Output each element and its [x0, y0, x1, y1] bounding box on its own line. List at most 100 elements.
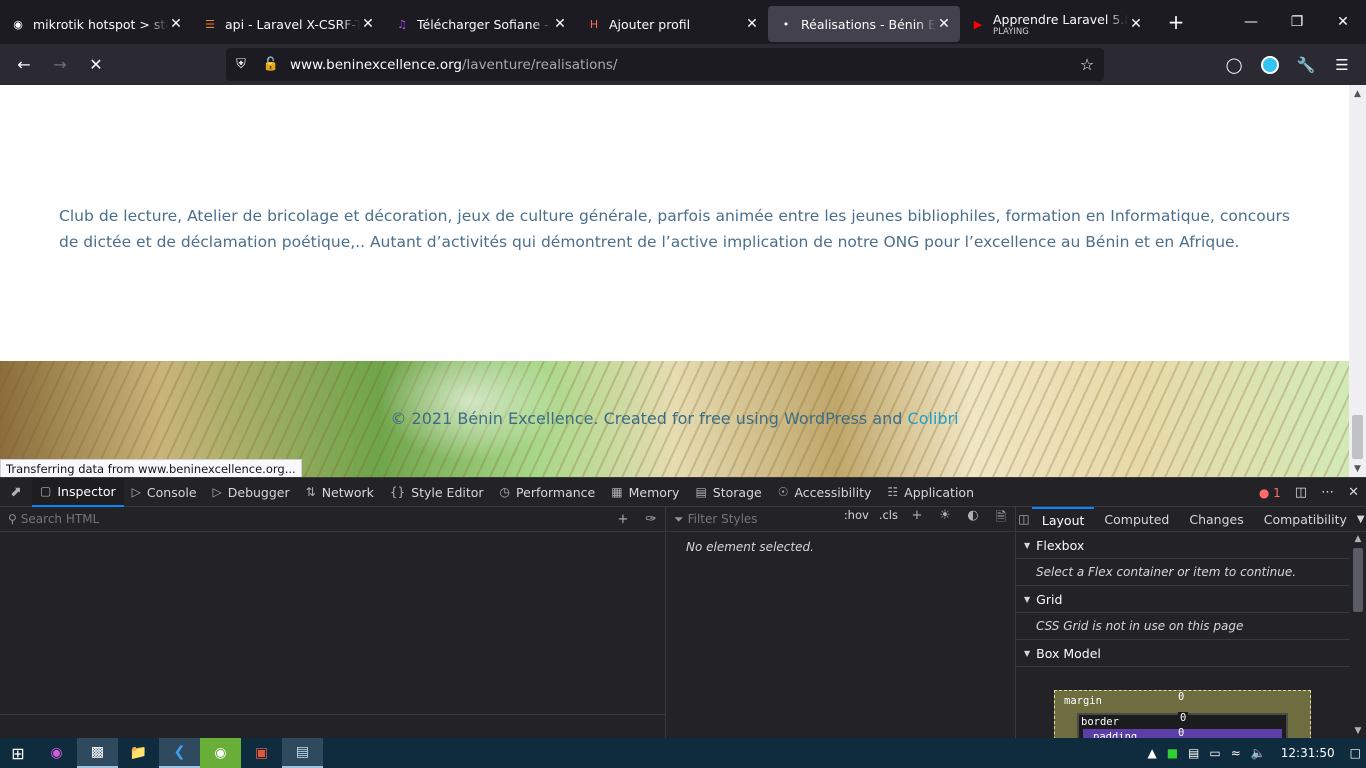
devtools-tab-label: Debugger [227, 484, 290, 500]
margin-value[interactable]: 0 [1178, 691, 1184, 703]
cls-toggle[interactable]: .cls [874, 508, 903, 530]
add-rule-icon[interactable]: + [903, 508, 931, 530]
grid-section-header[interactable]: ▼ Grid [1016, 586, 1366, 613]
devtools-tab-application[interactable]: ☷ Application [879, 478, 982, 507]
devtools-tab-network[interactable]: ⇅ Network [298, 478, 382, 507]
tab-computed[interactable]: Computed [1094, 507, 1179, 532]
vscode-icon[interactable]: ❮ [159, 738, 200, 768]
music-icon: ♫ [397, 17, 407, 31]
forward-button[interactable]: → [42, 49, 78, 81]
wrench-icon[interactable]: 🔧 [1288, 56, 1324, 74]
devtools-tab-performance[interactable]: ◷ Performance [492, 478, 604, 507]
tray-app-icon[interactable]: ■ [1162, 746, 1183, 760]
app-icon-red[interactable]: ▣ [241, 738, 282, 768]
tab-layout[interactable]: Layout [1031, 506, 1095, 532]
colibri-link[interactable]: Colibri [908, 409, 959, 428]
filter-styles-row: ⏷ :hov .cls + ☀ ◐ 🗎 [666, 507, 1015, 532]
filter-styles-input[interactable] [683, 512, 839, 526]
dark-theme-icon[interactable]: ◐ [959, 508, 987, 530]
tray-chevron-up-icon[interactable]: ▲ [1142, 746, 1161, 760]
browser-tab[interactable]: ☰ api - Laravel X-CSRF-Token✕ [192, 6, 384, 42]
close-tab-icon[interactable]: ✕ [744, 16, 760, 32]
search-html-input[interactable] [16, 512, 609, 526]
close-tab-icon[interactable]: ✕ [552, 16, 568, 32]
url-text[interactable]: www.beninexcellence.org/laventure/realis… [286, 57, 1070, 73]
hov-toggle[interactable]: :hov [839, 508, 874, 530]
devtools-tab-console[interactable]: ▷ Console [124, 478, 205, 507]
tab-changes[interactable]: Changes [1179, 507, 1253, 532]
file-explorer-icon[interactable]: 📁 [118, 738, 159, 768]
tab-title: mikrotik hotspot > status [33, 17, 168, 32]
new-tab-button[interactable]: + [1160, 6, 1192, 38]
status-tooltip: Transferring data from www.beninexcellen… [0, 459, 302, 478]
pocket-icon[interactable]: ◯ [1216, 56, 1252, 74]
close-tab-icon[interactable]: ✕ [360, 16, 376, 32]
menu-icon[interactable]: ☰ [1324, 56, 1360, 74]
stop-button[interactable]: ✕ [78, 49, 114, 81]
notifications-icon[interactable]: □ [1345, 746, 1366, 760]
clock[interactable]: 12:31:50 [1271, 746, 1345, 760]
layout-scrollbar[interactable]: ▲ ▼ [1350, 532, 1366, 738]
devtools-tab-inspector[interactable]: ▢ Inspector [32, 477, 124, 507]
lock-insecure-icon[interactable]: 🔓 [256, 57, 286, 72]
devtools-tab-style-editor[interactable]: {} Style Editor [382, 478, 492, 507]
scroll-thumb[interactable] [1353, 548, 1363, 612]
border-value[interactable]: 0 [1178, 712, 1189, 724]
more-options-icon[interactable]: ⋯ [1314, 485, 1341, 500]
firefox-icon[interactable]: ◉ [200, 738, 241, 768]
browser-tab[interactable]: H Ajouter profil ✕ [576, 6, 768, 42]
accessibility-icon: ☉ [777, 485, 789, 499]
account-avatar[interactable] [1261, 55, 1279, 74]
windows-start-icon[interactable]: ⊞ [0, 738, 36, 768]
error-count-badge[interactable]: ● 1 [1252, 486, 1288, 500]
minimize-button[interactable]: — [1228, 0, 1274, 44]
page-scrollbar[interactable]: ▲ ▼ [1349, 85, 1366, 477]
devtools-tab-storage[interactable]: ▤ Storage [687, 478, 769, 507]
close-tab-icon[interactable]: ✕ [168, 16, 184, 32]
scroll-up-icon[interactable]: ▲ [1349, 85, 1366, 102]
toggle-sidebar-icon[interactable]: ◫ [1016, 512, 1032, 526]
close-tab-icon[interactable]: ✕ [936, 16, 952, 32]
volume-icon[interactable]: 🔈 [1246, 746, 1271, 760]
element-picker-icon[interactable]: ⬈ [0, 484, 32, 500]
dock-icon[interactable]: ◫ [1288, 485, 1314, 500]
close-window-button[interactable]: ✕ [1320, 0, 1366, 44]
chevron-down-icon[interactable]: ▼ [1357, 514, 1366, 525]
devtools-tab-label: Console [146, 484, 197, 500]
close-tab-icon[interactable]: ✕ [1128, 16, 1144, 32]
restore-button[interactable]: ❐ [1274, 0, 1320, 44]
bookmark-star-icon[interactable]: ☆ [1070, 55, 1104, 74]
add-node-icon[interactable]: + [609, 512, 637, 527]
devtools-tab-accessibility[interactable]: ☉ Accessibility [770, 478, 880, 507]
tab-title-text: mikrotik hotspot > status [33, 16, 168, 32]
url-bar[interactable]: ⛨ 🔓 www.beninexcellence.org/laventure/re… [226, 48, 1104, 81]
battery-icon[interactable]: ▭ [1204, 746, 1225, 760]
devtools-tab-debugger[interactable]: ▷ Debugger [205, 478, 298, 507]
shield-icon[interactable]: ⛨ [226, 57, 256, 72]
margin-label: margin [1064, 695, 1102, 707]
devtools-tab-memory[interactable]: ▦ Memory [603, 478, 687, 507]
tab-compatibility[interactable]: Compatibility [1254, 507, 1357, 532]
layout-panel: ◫ Layout Computed Changes Compatibility … [1016, 506, 1366, 759]
scroll-up-icon[interactable]: ▲ [1350, 534, 1366, 544]
notepad-icon[interactable]: ▤ [282, 738, 323, 768]
browser-tab[interactable]: ♫ Télécharger Sofiane - La D✕ [384, 6, 576, 42]
wifi-icon[interactable]: ≈ [1226, 746, 1246, 760]
tab-title: Ajouter profil [609, 17, 744, 32]
scroll-thumb[interactable] [1352, 415, 1363, 459]
scroll-down-icon[interactable]: ▼ [1349, 460, 1366, 477]
browser-tab[interactable]: • Réalisations - Bénin Excell✕ [768, 6, 960, 42]
eyedropper-icon[interactable]: ✑ [637, 512, 665, 527]
boxmodel-section-header[interactable]: ▼ Box Model [1016, 640, 1366, 667]
back-button[interactable]: ← [6, 49, 42, 81]
scroll-down-icon[interactable]: ▼ [1350, 726, 1366, 736]
close-devtools-icon[interactable]: ✕ [1341, 485, 1366, 500]
terminal-icon[interactable]: ▩ [77, 738, 118, 768]
flexbox-section-header[interactable]: ▼ Flexbox [1016, 532, 1366, 559]
browser-tab[interactable]: ▶Apprendre Laravel 5.8 : AjPLAYING✕ [960, 6, 1152, 42]
tray-device-icon[interactable]: ▤ [1183, 746, 1204, 760]
print-media-icon[interactable]: 🗎 [987, 508, 1015, 530]
app-icon-1[interactable]: ◉ [36, 738, 77, 768]
browser-tab[interactable]: ◉ mikrotik hotspot > status✕ [0, 6, 192, 42]
light-theme-icon[interactable]: ☀ [931, 508, 959, 530]
